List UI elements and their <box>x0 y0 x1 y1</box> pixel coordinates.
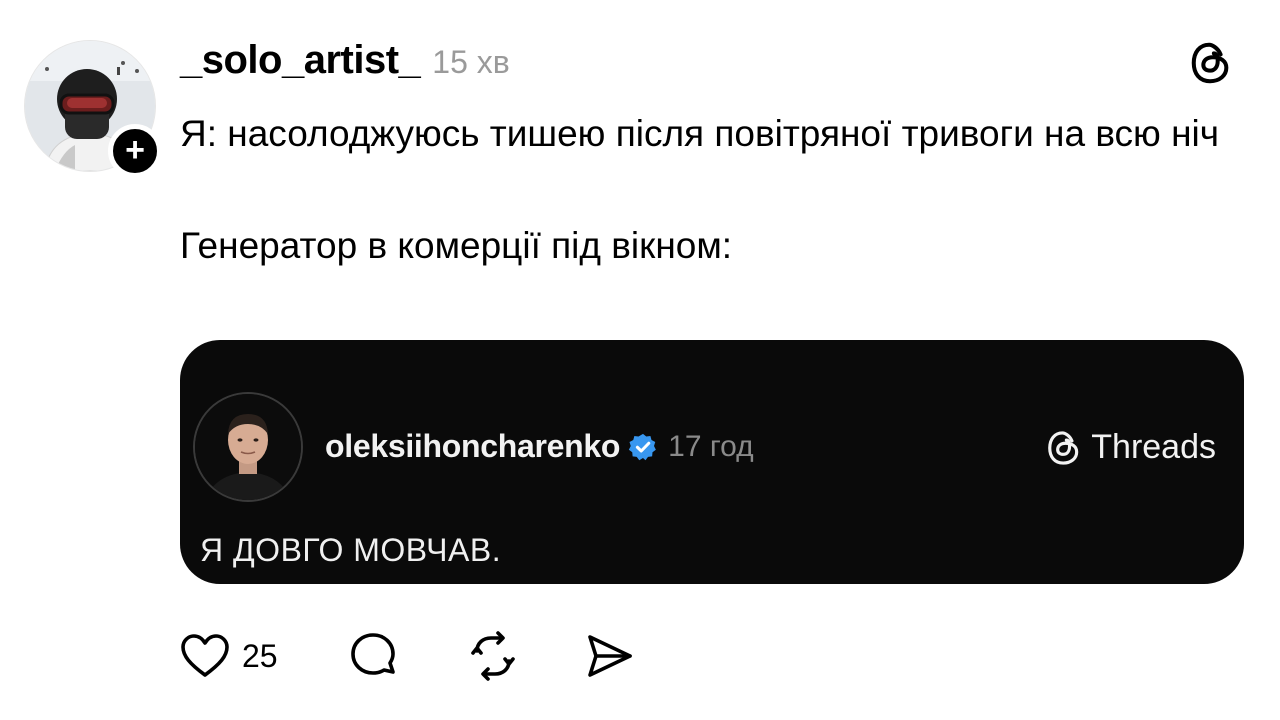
embedded-post-timestamp: 17 год <box>668 429 754 463</box>
post-timestamp: 15 хв <box>432 44 510 80</box>
verified-badge-icon <box>629 433 657 460</box>
threads-logo-icon[interactable] <box>1188 40 1234 86</box>
share-icon <box>587 635 632 677</box>
comment-icon <box>350 633 395 675</box>
post-body: Я: насолоджуюсь тишею після повітряної т… <box>180 104 1250 276</box>
threads-brand-label: Threads <box>1091 428 1216 466</box>
plus-icon: + <box>125 130 145 169</box>
embedded-post-text: Я ДОВГО МОВЧАВ. <box>200 532 502 568</box>
threads-logo-icon <box>1048 430 1079 465</box>
heart-icon <box>181 634 229 677</box>
repost-icon <box>470 631 515 681</box>
follow-button[interactable]: + <box>108 124 162 178</box>
comment-button[interactable] <box>346 629 400 683</box>
post-actions: 25 <box>180 628 636 684</box>
share-button[interactable] <box>582 629 636 683</box>
post-text-line2: Генератор в комерції під вікном: <box>180 225 733 266</box>
author-username[interactable]: _solo_artist_ <box>180 38 421 83</box>
embedded-author-avatar <box>193 392 303 502</box>
embedded-threads-brand: Threads <box>1045 428 1216 467</box>
like-count: 25 <box>242 637 278 674</box>
author-avatar-container: + <box>24 40 162 178</box>
embedded-author-username: oleksiihoncharenko <box>325 428 621 464</box>
embedded-post-card[interactable]: oleksiihoncharenko 17 год Threads Я ДОВГ… <box>180 340 1244 584</box>
post-text-line1: Я: насолоджуюсь тишею після повітряної т… <box>180 113 1220 154</box>
post-header: _solo_artist_ 15 хв <box>180 38 510 88</box>
repost-button[interactable] <box>466 629 520 683</box>
thread-post: + _solo_artist_ 15 хв Я: насолоджуюсь ти… <box>0 0 1280 720</box>
embedded-post-header: oleksiihoncharenko 17 год <box>325 428 754 465</box>
embedded-avatar-photo-icon <box>195 394 301 500</box>
like-button[interactable]: 25 <box>180 633 278 679</box>
